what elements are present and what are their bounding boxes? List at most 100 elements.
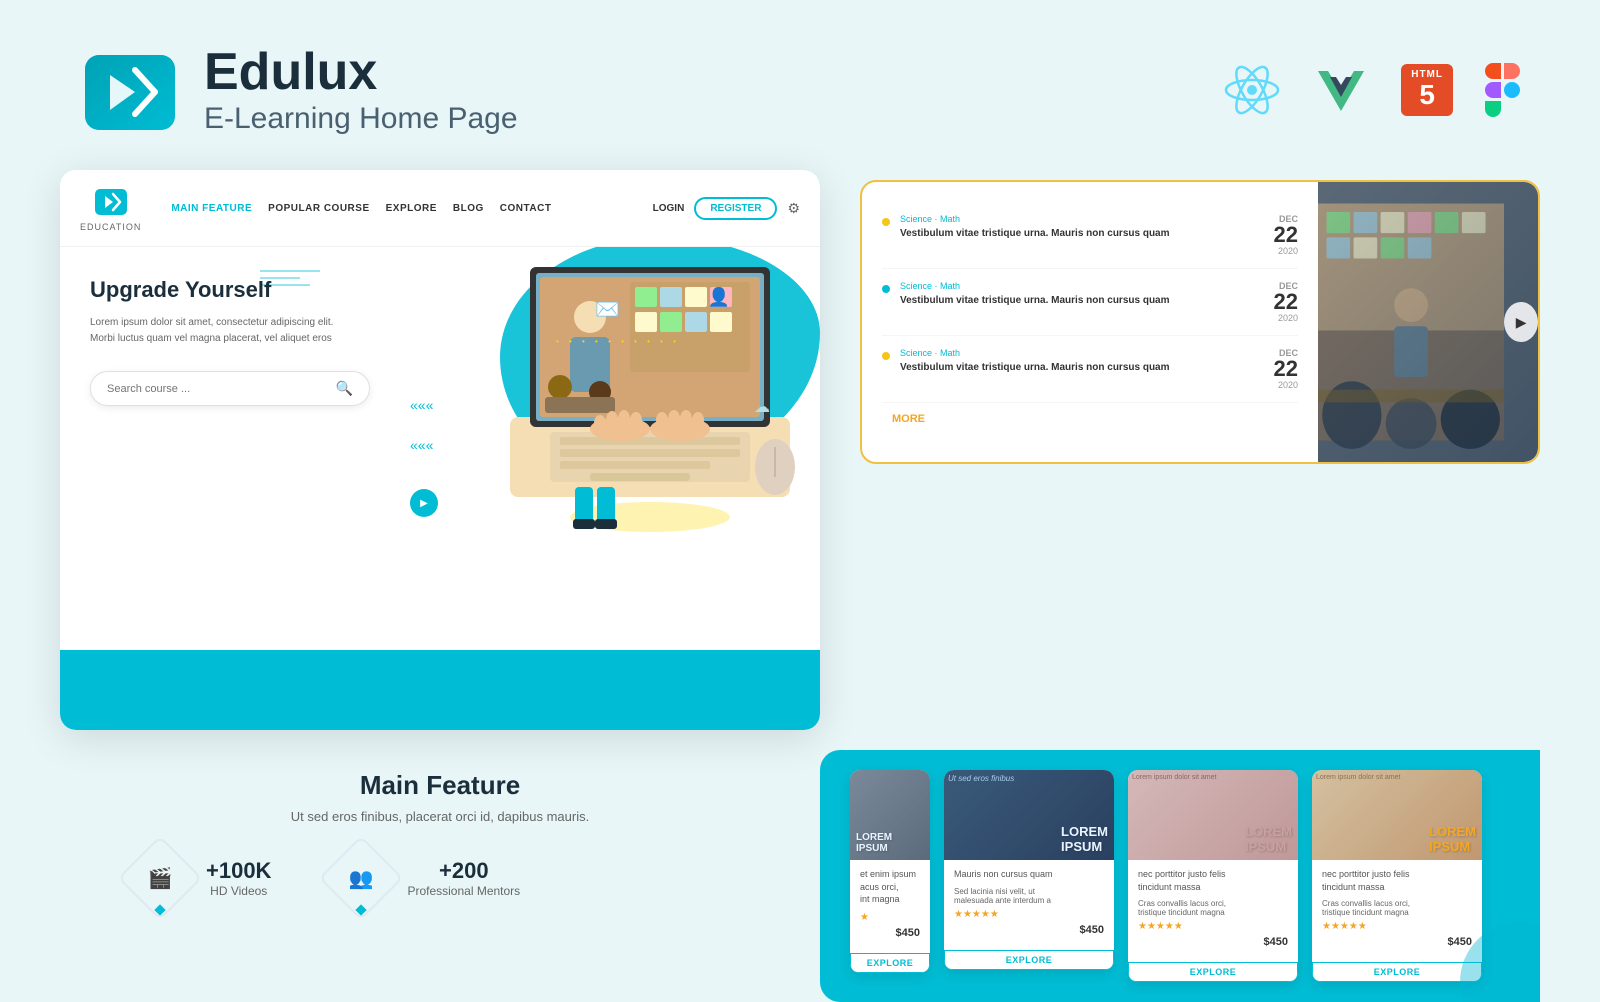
stat-number: +100K (206, 858, 271, 884)
course-desc-2: Mauris non cursus quam (954, 868, 1104, 881)
top-header: Edulux E-Learning Home Page HTML 5 (0, 0, 1600, 160)
settings-icon[interactable]: ⚙ (787, 200, 800, 217)
hero-body: Lorem ipsum dolor sit amet, consectetur … (90, 315, 430, 347)
hero-title: Upgrade Yourself (90, 277, 430, 303)
thumbnail-play-button[interactable]: ▶ (1504, 302, 1538, 342)
course-badge-3: LOREMIPSUM (1245, 825, 1292, 854)
course-price-2: $450 (1080, 924, 1104, 936)
hero-content: Upgrade Yourself Lorem ipsum dolor sit a… (90, 277, 430, 406)
stat-number-2: +200 (407, 858, 520, 884)
search-icon[interactable]: 🔍 (336, 380, 353, 397)
course-price-1: $450 (896, 927, 920, 939)
course-label-2: Ut sed eros finibus (948, 774, 1110, 783)
course-desc-3: nec porttitor justo felistincidunt massa (1138, 868, 1288, 893)
nav-blog[interactable]: BLOG (453, 203, 484, 214)
brand-subtitle: E-Learning Home Page (204, 102, 518, 136)
search-input[interactable] (107, 383, 328, 395)
search-bar[interactable]: 🔍 (90, 371, 370, 406)
brand-text: Edulux E-Learning Home Page (204, 44, 518, 135)
news-category: Science · Math (900, 281, 1238, 291)
course-stars-1: ★ (860, 912, 920, 923)
stat-label: HD Videos (206, 884, 271, 898)
video-icon: 🎬 (148, 866, 173, 891)
course-card-partial: LOREMIPSUM et enim ipsumacus orci,int ma… (850, 770, 930, 973)
stat-label-2: Professional Mentors (407, 884, 520, 898)
course-card-4: Lorem ipsum dolor sit amet LOREMIPSUM ne… (1312, 770, 1482, 982)
course-card-3: Lorem ipsum dolor sit amet LOREMIPSUM ne… (1128, 770, 1298, 982)
register-button[interactable]: REGISTER (694, 197, 777, 220)
course-card-body-4: nec porttitor justo felistincidunt massa… (1312, 860, 1482, 956)
react-icon (1222, 60, 1282, 120)
course-stars-2: ★★★★★ (954, 909, 1104, 920)
news-content: Science · Math Vestibulum vitae tristiqu… (900, 281, 1238, 308)
news-more-link[interactable]: MORE (882, 403, 1298, 425)
login-button[interactable]: LOGIN (653, 203, 685, 214)
explore-button-3[interactable]: EXPLORE (1128, 962, 1298, 982)
browser-mockup: EDUCATION MAIN FEATURE POPULAR COURSE EX… (60, 170, 820, 730)
stats-row: 🎬 +100K HD Videos 👥 +200 (100, 848, 780, 908)
mentors-icon: 👥 (349, 866, 374, 891)
main-feature-subtitle: Ut sed eros finibus, placerat orci id, d… (100, 809, 780, 824)
course-price-3: $450 (1264, 936, 1288, 948)
bottom-section: Main Feature Ut sed eros finibus, placer… (0, 750, 1600, 1002)
chevron-left-icon: ««« (410, 397, 433, 413)
course-subdesc-3: Cras convallis lacus orci,tristique tinc… (1138, 899, 1288, 917)
explore-button-2[interactable]: EXPLORE (944, 950, 1114, 970)
explore-button-1[interactable]: EXPLORE (850, 953, 930, 973)
hero-illustration: ✉️ 👤 • • • • • • • • • • ☁ ««« ««« (400, 237, 820, 597)
course-badge-4: LOREMIPSUM (1429, 825, 1476, 854)
course-card-body-3: nec porttitor justo felistincidunt massa… (1128, 860, 1298, 956)
brand-logo-icon (80, 40, 180, 140)
html5-icon: HTML 5 (1401, 64, 1453, 117)
user-icon: 👤 (708, 287, 730, 308)
play-button[interactable]: ▶ (410, 489, 438, 517)
course-price-row-4: $450 (1322, 936, 1472, 948)
news-item: Science · Math Vestibulum vitae tristiqu… (882, 269, 1298, 336)
news-category: Science · Math (900, 348, 1238, 358)
news-title: Vestibulum vitae tristique urna. Mauris … (900, 361, 1238, 375)
main-feature-title: Main Feature (100, 770, 780, 801)
browser-hero: Upgrade Yourself Lorem ipsum dolor sit a… (60, 247, 820, 647)
news-title: Vestibulum vitae tristique urna. Mauris … (900, 227, 1238, 241)
vue-icon (1314, 63, 1369, 118)
figma-icon (1485, 63, 1520, 117)
news-date: DEC 22 2020 (1248, 348, 1298, 390)
news-dot-icon (882, 218, 890, 226)
course-subdesc-2: Sed lacinia nisi velit, utmalesuada ante… (954, 887, 1104, 905)
chevron-left-2-icon: ««« (410, 437, 433, 453)
news-dot-icon (882, 352, 890, 360)
dots-decoration: • • • • • • • • • • (556, 337, 680, 346)
main-content: EDUCATION MAIN FEATURE POPULAR COURSE EX… (0, 160, 1600, 730)
explore-button-4[interactable]: EXPLORE (1312, 962, 1482, 982)
news-list: Science · Math Vestibulum vitae tristiqu… (862, 182, 1318, 462)
news-date: DEC 22 2020 (1248, 281, 1298, 323)
news-content: Science · Math Vestibulum vitae tristiqu… (900, 214, 1238, 241)
news-category: Science · Math (900, 214, 1238, 224)
tech-icons: HTML 5 (1222, 60, 1520, 120)
course-badge-2: LOREMIPSUM (1061, 825, 1108, 854)
nav-contact[interactable]: CONTACT (500, 203, 552, 214)
right-panel: Science · Math Vestibulum vitae tristiqu… (820, 170, 1540, 730)
course-price-row-1: $450 (860, 927, 920, 939)
nav-logo-text: EDUCATION (80, 222, 141, 232)
course-price-row-2: $450 (954, 924, 1104, 936)
course-price-4: $450 (1448, 936, 1472, 948)
brand-title: Edulux (204, 44, 518, 101)
nav-actions: LOGIN REGISTER ⚙ (653, 197, 800, 220)
stat-text: +100K HD Videos (206, 858, 271, 898)
stat-text-2: +200 Professional Mentors (407, 858, 520, 898)
nav-logo-icon (93, 184, 129, 220)
stat-icon-wrapper-2: 👥 (331, 848, 391, 908)
envelope-icon: ✉️ (595, 297, 620, 322)
news-content: Science · Math Vestibulum vitae tristiqu… (900, 348, 1238, 375)
course-cards-section: LOREMIPSUM et enim ipsumacus orci,int ma… (820, 750, 1540, 1002)
nav-main-feature[interactable]: MAIN FEATURE (171, 203, 252, 214)
course-badge-1: LOREMIPSUM (856, 832, 892, 854)
nav-logo: EDUCATION (80, 184, 141, 232)
cloud-icon: ☁ (754, 397, 770, 417)
bottom-left: Main Feature Ut sed eros finibus, placer… (60, 750, 820, 1002)
news-dot-icon (882, 285, 890, 293)
nav-explore[interactable]: EXPLORE (386, 203, 437, 214)
nav-links: MAIN FEATURE POPULAR COURSE EXPLORE BLOG… (171, 203, 632, 214)
nav-popular-course[interactable]: POPULAR COURSE (268, 203, 369, 214)
